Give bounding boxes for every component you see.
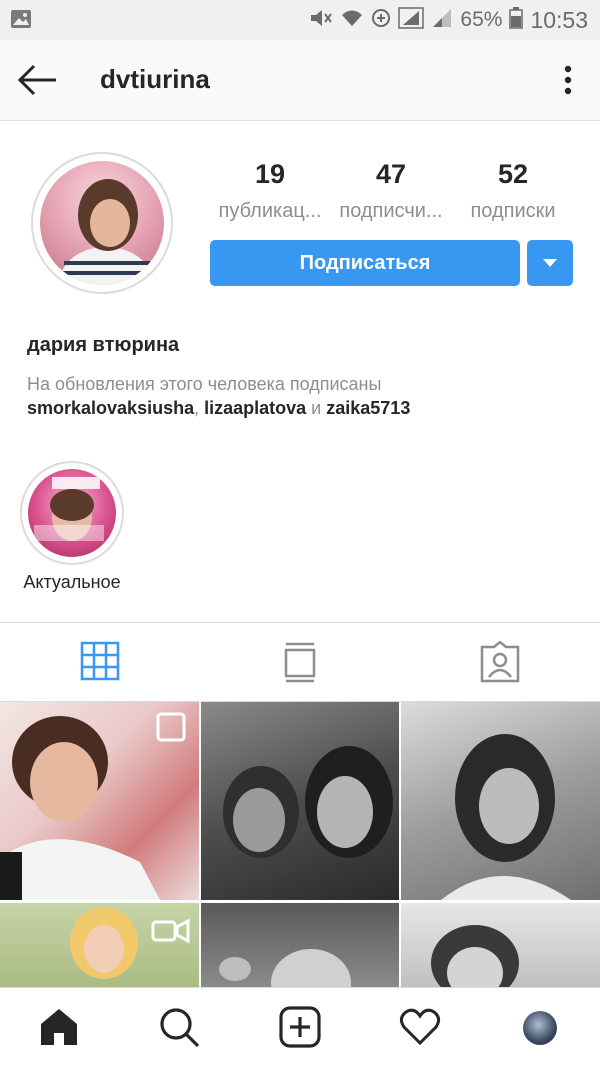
nav-search[interactable]	[158, 1006, 200, 1048]
nav-profile-avatar[interactable]	[523, 1011, 557, 1045]
following-count[interactable]: 52 подписки	[452, 156, 574, 226]
multiple-posts-icon	[156, 712, 186, 742]
profile-header: dvtiurina	[0, 40, 600, 121]
post-thumbnail[interactable]	[0, 903, 199, 987]
battery-percent: 65%	[460, 8, 503, 31]
posts-number: 19	[254, 159, 286, 189]
video-icon	[151, 918, 190, 944]
page-title: dvtiurina	[100, 64, 210, 94]
followers-label: подписчи...	[339, 200, 443, 222]
search-icon	[160, 1008, 200, 1048]
grid-icon	[80, 641, 120, 681]
add-post-icon	[279, 1006, 321, 1048]
home-icon	[41, 1009, 77, 1045]
profile-tabs	[0, 622, 600, 702]
clock: 10:53	[530, 6, 588, 33]
gallery-notification-icon	[10, 9, 32, 34]
post-thumbnail[interactable]	[401, 903, 600, 987]
tab-feed[interactable]	[280, 641, 320, 683]
status-bar: 65% 10:53	[0, 0, 600, 40]
follower-link[interactable]: smorkalovaksiusha	[27, 398, 194, 418]
post-thumbnail[interactable]	[401, 702, 600, 900]
more-vertical-icon	[564, 65, 572, 95]
followed-by-and: и	[311, 398, 322, 418]
follower-link[interactable]: lizaaplatova	[204, 398, 306, 418]
bottom-navigation	[0, 987, 600, 1066]
nav-activity[interactable]	[399, 1006, 441, 1048]
profile-full-name: дария втюрина	[27, 334, 180, 356]
following-label: подписки	[470, 200, 556, 222]
post-grid	[0, 702, 600, 987]
back-arrow-icon	[17, 64, 56, 96]
followers-count[interactable]: 47 подписчи...	[330, 156, 452, 226]
followers-number: 47	[375, 159, 407, 189]
heart-icon	[399, 1008, 441, 1046]
separator-comma: ,	[194, 398, 205, 418]
following-number: 52	[497, 159, 529, 189]
followed-by: На обновления этого человека подписаны s…	[27, 372, 587, 420]
mute-icon	[309, 7, 333, 34]
posts-label: публикац...	[218, 200, 322, 222]
signal-icon	[431, 7, 453, 34]
follower-link[interactable]: zaika5713	[326, 398, 410, 418]
avatar-image	[40, 161, 164, 285]
post-thumbnail[interactable]	[201, 903, 399, 987]
data-saver-icon	[371, 8, 391, 33]
suggestions-dropdown-button[interactable]	[527, 240, 573, 286]
story-highlight[interactable]	[20, 461, 124, 565]
nav-add-post[interactable]	[279, 1006, 321, 1048]
tab-tagged[interactable]	[480, 640, 520, 683]
followed-by-text: На обновления этого человека подписаны	[27, 374, 382, 394]
battery-icon	[509, 6, 524, 34]
signal-icon	[398, 6, 425, 34]
post-thumbnail[interactable]	[201, 702, 399, 900]
caret-down-icon	[543, 259, 557, 267]
posts-count[interactable]: 19 публикац...	[209, 156, 331, 226]
feed-icon	[284, 642, 316, 683]
tagged-icon	[480, 640, 520, 683]
nav-home[interactable]	[38, 1006, 80, 1048]
tab-grid[interactable]	[80, 641, 120, 683]
follow-button[interactable]: Подписаться	[210, 240, 520, 286]
post-thumbnail[interactable]	[0, 702, 199, 900]
wifi-icon	[340, 8, 364, 33]
highlight-image	[28, 469, 116, 557]
more-options-button[interactable]	[552, 62, 584, 98]
back-button[interactable]	[14, 60, 64, 100]
highlight-label: Актуальное	[23, 572, 121, 592]
profile-avatar[interactable]	[31, 152, 173, 294]
